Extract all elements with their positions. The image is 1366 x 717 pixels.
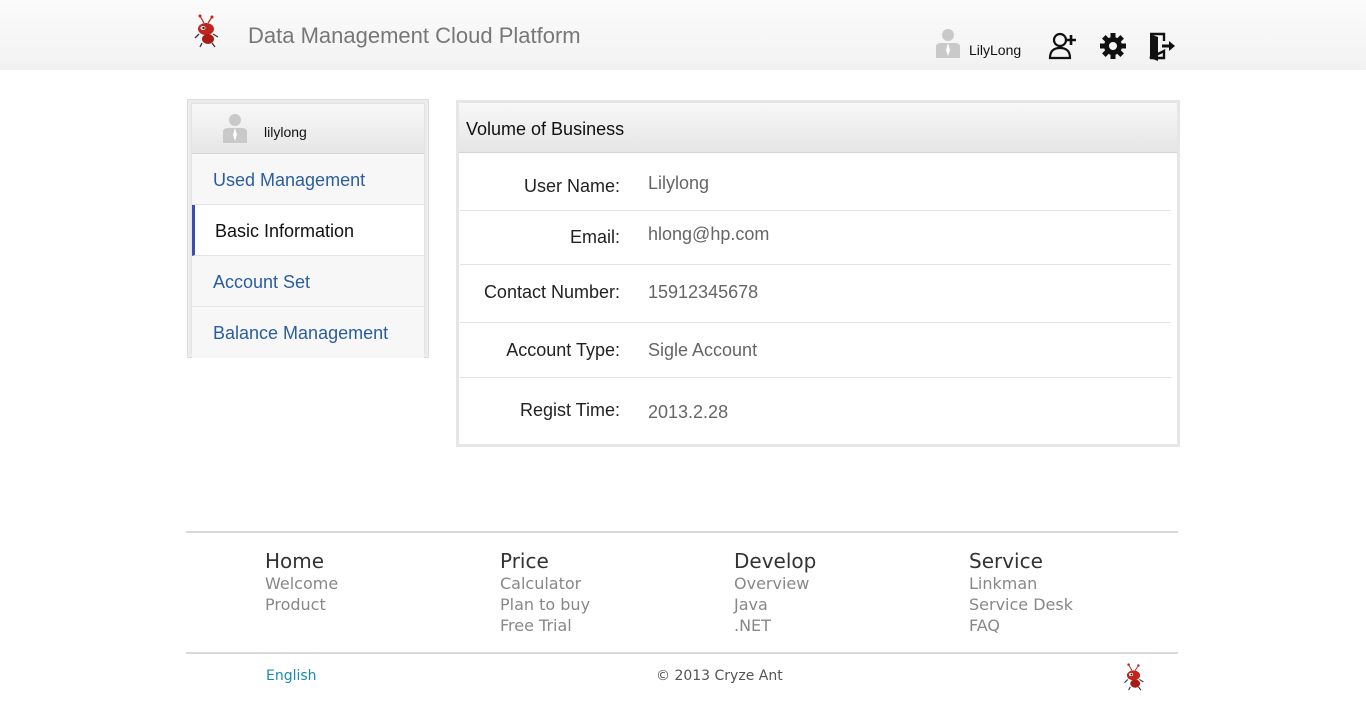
field-value: Lilylong [648, 173, 710, 193]
user-avatar-icon [936, 29, 960, 58]
footer-column-service: Service Linkman Service Desk FAQ [969, 549, 1073, 636]
sidebar-item-label: Basic Information [215, 221, 355, 241]
footer-link[interactable]: FAQ [969, 615, 1073, 636]
info-row-user-name: User Name: Lilylong [460, 153, 1171, 211]
footer-heading[interactable]: Service [969, 549, 1073, 573]
language-link[interactable]: English [266, 668, 317, 684]
sidebar: lilylong Used Management Basic Informati… [187, 99, 429, 358]
footer-link[interactable]: Free Trial [500, 615, 590, 636]
footer-link[interactable]: Service Desk [969, 594, 1073, 615]
footer-heading[interactable]: Price [500, 549, 590, 573]
footer-link[interactable]: Overview [734, 573, 816, 594]
footer-link[interactable]: Linkman [969, 573, 1073, 594]
logo-icon [1124, 663, 1144, 691]
footer-divider [186, 531, 1178, 533]
panel-title: Volume of Business [466, 119, 625, 139]
footer-column-home: Home Welcome Product [265, 549, 338, 615]
footer-link[interactable]: Welcome [265, 573, 338, 594]
logo-icon[interactable] [192, 14, 226, 48]
header-username[interactable]: LilyLong [969, 42, 1021, 58]
footer-link[interactable]: Plan to buy [500, 594, 590, 615]
footer-link[interactable]: .NET [734, 615, 816, 636]
footer-link[interactable]: Calculator [500, 573, 590, 594]
info-row-regist-time: Regist Time: 2013.2.28 [460, 378, 1171, 438]
copyright-text: © 2013 Cryze Ant [656, 668, 783, 684]
footer-bottom-divider [186, 652, 1178, 654]
sidebar-item-label: Account Set [213, 272, 311, 292]
exit-icon[interactable] [1147, 31, 1177, 61]
field-label: User Name: [523, 176, 620, 196]
panel-header: Volume of Business [459, 103, 1177, 153]
top-header: Data Management Cloud Platform LilyLong [0, 0, 1366, 70]
field-value: hlong@hp.com [648, 224, 770, 244]
footer-heading[interactable]: Develop [734, 549, 816, 573]
footer-column-price: Price Calculator Plan to buy Free Trial [500, 549, 590, 636]
user-avatar-icon [223, 114, 247, 143]
field-value: Sigle Account [648, 340, 758, 360]
app-title: Data Management Cloud Platform [248, 23, 581, 48]
footer-heading[interactable]: Home [265, 549, 338, 573]
field-label: Regist Time: [519, 400, 620, 420]
field-value: 2013.2.28 [648, 402, 729, 422]
info-row-contact-number: Contact Number: 15912345678 [460, 265, 1171, 323]
sidebar-item-label: Balance Management [213, 323, 389, 343]
footer-link[interactable]: Java [734, 594, 816, 615]
sidebar-item-balance-management[interactable]: Balance Management [192, 307, 424, 358]
business-panel: Volume of Business User Name: Lilylong E… [456, 100, 1180, 447]
sidebar-username: lilylong [264, 124, 307, 140]
field-label: Contact Number: [483, 282, 620, 302]
gear-icon[interactable] [1098, 31, 1128, 61]
info-row-email: Email: hlong@hp.com [460, 211, 1171, 265]
sidebar-header: lilylong [192, 104, 424, 154]
sidebar-item-label: Used Management [213, 170, 366, 190]
sidebar-item-account-set[interactable]: Account Set [192, 256, 424, 307]
field-label: Account Type: [506, 340, 620, 360]
sidebar-item-basic-information[interactable]: Basic Information [192, 205, 424, 256]
add-user-icon[interactable] [1048, 31, 1078, 61]
sidebar-item-used-management[interactable]: Used Management [192, 154, 424, 205]
footer-column-develop: Develop Overview Java .NET [734, 549, 816, 636]
footer-link[interactable]: Product [265, 594, 338, 615]
info-row-account-type: Account Type: Sigle Account [460, 323, 1171, 378]
field-value: 15912345678 [648, 282, 759, 302]
field-label: Email: [569, 227, 620, 247]
